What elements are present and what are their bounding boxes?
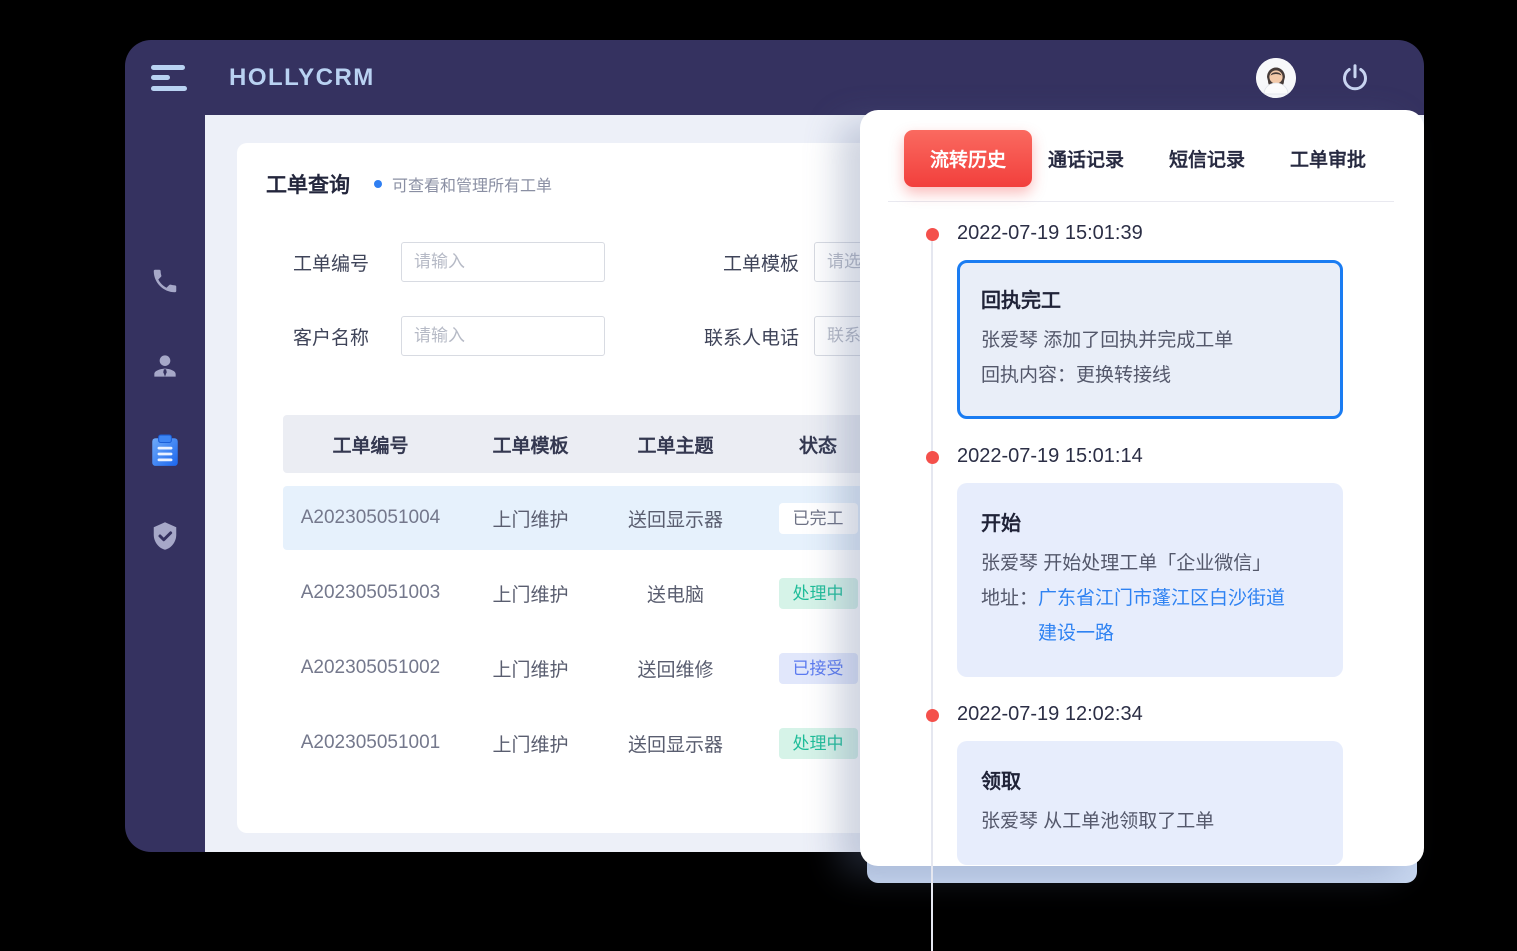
- cell-order-no: A202305051003: [283, 582, 458, 604]
- timeline-card[interactable]: 回执完工 张爱琴 添加了回执并完成工单回执内容：更换转接线: [957, 260, 1343, 419]
- col-header: 工单编号: [283, 431, 458, 458]
- hamburger-menu-icon[interactable]: [151, 65, 187, 91]
- red-dot-icon: [926, 451, 939, 464]
- template-label: 工单模板: [605, 249, 799, 276]
- avatar[interactable]: [1256, 58, 1296, 98]
- timeline-timestamp: 2022-07-19 15:01:39: [957, 222, 1424, 245]
- timeline-timestamp: 2022-07-19 12:02:34: [957, 703, 1424, 726]
- page-subtitle: 可查看和管理所有工单: [392, 172, 552, 196]
- timeline-text: 地址：广东省江门市蓬江区白沙街道建设一路: [981, 581, 1319, 651]
- contact-phone-label: 联系人电话: [605, 323, 799, 350]
- timeline-entry: 2022-07-19 15:01:39 回执完工 张爱琴 添加了回执并完成工单回…: [860, 222, 1424, 419]
- power-icon[interactable]: [1340, 63, 1370, 93]
- tab-sms[interactable]: 短信记录: [1169, 145, 1245, 172]
- cell-template: 上门维护: [458, 505, 603, 532]
- customer-input[interactable]: [401, 316, 605, 356]
- cell-order-no: A202305051004: [283, 507, 458, 529]
- cell-template: 上门维护: [458, 730, 603, 757]
- timeline-text: 张爱琴 开始处理工单「企业微信」: [981, 546, 1319, 581]
- page-title: 工单查询: [266, 169, 350, 199]
- timeline-text: 回执内容：更换转接线: [981, 358, 1319, 393]
- status-badge: 已接受: [779, 653, 858, 684]
- cell-template: 上门维护: [458, 580, 603, 607]
- customer-label: 客户名称: [293, 323, 380, 350]
- tab-approval[interactable]: 工单审批: [1290, 145, 1366, 172]
- tab-calls[interactable]: 通话记录: [1048, 145, 1124, 172]
- blue-dot-icon: [374, 180, 382, 188]
- contacts-icon[interactable]: [149, 350, 181, 382]
- timeline-card[interactable]: 领取 张爱琴 从工单池领取了工单: [957, 741, 1343, 865]
- cell-subject: 送回维修: [603, 655, 748, 682]
- detail-panel: 流转历史通话记录 短信记录 工单审批 2022-07-19 15:01:39 回执完…: [860, 110, 1424, 866]
- panel-tabs: 流转历史通话记录 短信记录 工单审批: [860, 110, 1424, 187]
- order-no-label: 工单编号: [293, 249, 380, 276]
- app-bar: HOLLYCRM: [125, 40, 1424, 115]
- cell-subject: 送电脑: [603, 580, 748, 607]
- security-shield-icon[interactable]: [149, 520, 181, 552]
- cell-order-no: A202305051002: [283, 657, 458, 679]
- cell-order-no: A202305051001: [283, 732, 458, 754]
- timeline-entry: 2022-07-19 15:01:14 开始 张爱琴 开始处理工单「企业微信」地…: [860, 445, 1424, 677]
- timeline-text: 张爱琴 从工单池领取了工单: [981, 804, 1319, 839]
- timeline-card[interactable]: 开始 张爱琴 开始处理工单「企业微信」地址：广东省江门市蓬江区白沙街道建设一路: [957, 483, 1343, 677]
- brand-logo: HOLLYCRM: [229, 64, 375, 92]
- status-badge: 已完工: [779, 503, 858, 534]
- tab-history[interactable]: 流转历史: [904, 130, 1032, 187]
- red-dot-icon: [926, 228, 939, 241]
- status-badge: 处理中: [779, 578, 858, 609]
- red-dot-icon: [926, 709, 939, 722]
- phone-icon[interactable]: [149, 265, 181, 297]
- cell-subject: 送回显示器: [603, 730, 748, 757]
- timeline-timestamp: 2022-07-19 15:01:14: [957, 445, 1424, 468]
- timeline: 2022-07-19 15:01:39 回执完工 张爱琴 添加了回执并完成工单回…: [860, 202, 1424, 865]
- order-no-input[interactable]: [401, 242, 605, 282]
- col-header: 工单主题: [603, 431, 748, 458]
- sidebar: [125, 115, 205, 852]
- timeline-text: 张爱琴 添加了回执并完成工单: [981, 323, 1319, 358]
- timeline-card-title: 开始: [981, 507, 1319, 536]
- cell-subject: 送回显示器: [603, 505, 748, 532]
- col-header: 工单模板: [458, 431, 603, 458]
- work-orders-icon[interactable]: [149, 435, 181, 467]
- timeline-card-title: 领取: [981, 765, 1319, 794]
- timeline-card-title: 回执完工: [981, 284, 1319, 313]
- cell-template: 上门维护: [458, 655, 603, 682]
- address-link[interactable]: 广东省江门市蓬江区白沙街道建设一路: [1038, 581, 1293, 651]
- timeline-entry: 2022-07-19 12:02:34 领取 张爱琴 从工单池领取了工单: [860, 703, 1424, 865]
- status-badge: 处理中: [779, 728, 858, 759]
